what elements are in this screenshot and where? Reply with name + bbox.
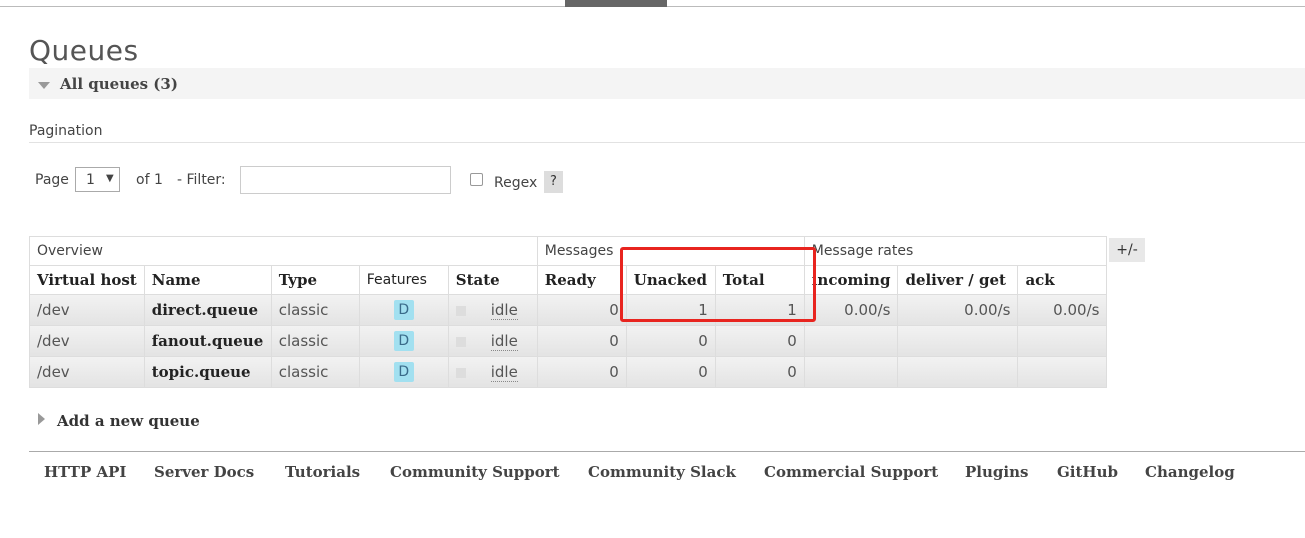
deliver-get-cell — [897, 356, 1019, 388]
footer-link-community-slack[interactable]: Community Slack — [588, 463, 736, 481]
durable-badge[interactable]: D — [393, 300, 414, 320]
pagination-divider — [29, 142, 1305, 143]
features-cell: D — [358, 356, 449, 388]
regex-label: Regex — [494, 175, 538, 191]
footer-link-plugins[interactable]: Plugins — [965, 463, 1028, 481]
footer-link-server-docs[interactable]: Server Docs — [154, 463, 254, 481]
add-queue-label: Add a new queue — [57, 412, 200, 430]
vhost-cell: /dev — [29, 294, 145, 326]
column-group-row: Overview Messages Message rates — [29, 236, 1108, 266]
regex-help-button[interactable]: ? — [544, 171, 563, 193]
state-cell: idle — [447, 325, 538, 357]
page-select[interactable]: 1 ▼ — [75, 167, 120, 192]
col-virtual-host[interactable]: Virtual host — [29, 265, 145, 295]
queue-name-link[interactable]: topic.queue — [143, 356, 272, 388]
state-indicator-icon — [455, 367, 466, 378]
col-features[interactable]: Features — [358, 265, 449, 295]
group-messages: Messages — [536, 236, 805, 266]
unacked-cell: 0 — [625, 325, 716, 357]
state-indicator-icon — [455, 305, 466, 316]
group-message-rates: Message rates — [803, 236, 1108, 266]
incoming-cell — [803, 356, 899, 388]
ready-cell: 0 — [536, 294, 627, 326]
ready-cell: 0 — [536, 325, 627, 357]
queues-table: Overview Messages Message rates Virtual … — [29, 236, 1108, 388]
col-deliver-get[interactable]: deliver / get — [897, 265, 1019, 295]
group-overview: Overview — [29, 236, 538, 266]
total-cell: 0 — [714, 325, 805, 357]
queue-name-link[interactable]: fanout.queue — [143, 325, 272, 357]
page-title: Queues — [29, 34, 139, 67]
page-select-value: 1 — [86, 172, 95, 188]
type-cell: classic — [270, 294, 360, 326]
state-text: idle — [490, 332, 518, 351]
col-incoming[interactable]: incoming — [803, 265, 899, 295]
state-indicator-icon — [455, 336, 466, 347]
ack-cell: 0.00/s — [1017, 294, 1108, 326]
vhost-cell: /dev — [29, 325, 145, 357]
incoming-cell: 0.00/s — [803, 294, 899, 326]
page-label: Page — [35, 172, 69, 188]
filter-input[interactable] — [240, 166, 451, 194]
footer-link-community-support[interactable]: Community Support — [390, 463, 560, 481]
triangle-right-icon — [38, 413, 45, 425]
col-unacked[interactable]: Unacked — [625, 265, 716, 295]
unacked-cell: 0 — [625, 356, 716, 388]
col-name[interactable]: Name — [143, 265, 272, 295]
state-text: idle — [490, 301, 518, 320]
incoming-cell — [803, 325, 899, 357]
all-queues-label: All queues (3) — [60, 75, 178, 93]
dropdown-arrow-icon: ▼ — [106, 173, 114, 184]
state-cell: idle — [447, 356, 538, 388]
regex-checkbox[interactable] — [470, 173, 483, 186]
col-total[interactable]: Total — [714, 265, 805, 295]
col-ack[interactable]: ack — [1017, 265, 1108, 295]
page-count-label: of 1 — [136, 172, 163, 188]
state-text: idle — [490, 363, 518, 382]
pagination-heading: Pagination — [29, 123, 103, 139]
add-queue-section-header[interactable]: Add a new queue — [38, 412, 200, 430]
total-cell: 1 — [714, 294, 805, 326]
active-tab-indicator[interactable] — [565, 0, 667, 7]
ack-cell — [1017, 356, 1108, 388]
ready-cell: 0 — [536, 356, 627, 388]
table-row[interactable]: /dev fanout.queue classic D idle 0 0 0 — [29, 325, 1108, 357]
column-toggle-button[interactable]: +/- — [1109, 238, 1145, 262]
unacked-cell: 1 — [625, 294, 716, 326]
footer-link-commercial-support[interactable]: Commercial Support — [764, 463, 938, 481]
deliver-get-cell — [897, 325, 1019, 357]
type-cell: classic — [270, 325, 360, 357]
table-row[interactable]: /dev topic.queue classic D idle 0 0 0 — [29, 356, 1108, 388]
col-state[interactable]: State — [447, 265, 538, 295]
footer-link-http-api[interactable]: HTTP API — [44, 463, 126, 481]
vhost-cell: /dev — [29, 356, 145, 388]
ack-cell — [1017, 325, 1108, 357]
triangle-down-icon — [38, 82, 50, 89]
all-queues-section-header[interactable]: All queues (3) — [29, 68, 1305, 99]
filter-label: - Filter: — [177, 172, 226, 188]
table-row[interactable]: /dev direct.queue classic D idle 0 1 1 0… — [29, 294, 1108, 326]
footer-link-github[interactable]: GitHub — [1057, 463, 1118, 481]
features-cell: D — [358, 325, 449, 357]
col-type[interactable]: Type — [270, 265, 360, 295]
type-cell: classic — [270, 356, 360, 388]
durable-badge[interactable]: D — [393, 362, 414, 382]
queue-name-link[interactable]: direct.queue — [143, 294, 272, 326]
total-cell: 0 — [714, 356, 805, 388]
col-ready[interactable]: Ready — [536, 265, 627, 295]
footer-link-tutorials[interactable]: Tutorials — [285, 463, 360, 481]
deliver-get-cell: 0.00/s — [897, 294, 1019, 326]
footer-divider — [29, 451, 1305, 452]
state-cell: idle — [447, 294, 538, 326]
column-header-row: Virtual host Name Type Features State Re… — [29, 265, 1108, 295]
features-cell: D — [358, 294, 449, 326]
durable-badge[interactable]: D — [393, 331, 414, 351]
footer-link-changelog[interactable]: Changelog — [1145, 463, 1235, 481]
